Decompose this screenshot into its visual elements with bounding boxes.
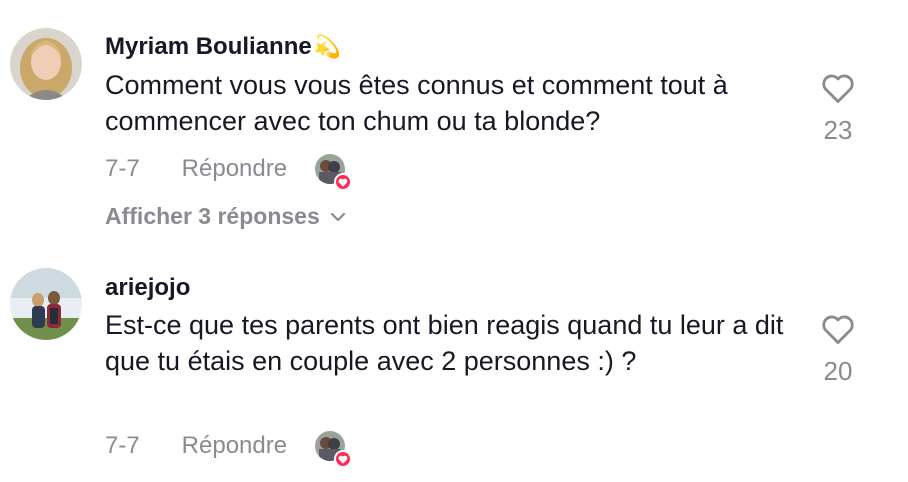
like-button[interactable]: 20 <box>810 313 866 387</box>
liked-by-creator <box>315 431 352 468</box>
like-count: 20 <box>823 356 853 386</box>
heart-outline-icon[interactable] <box>821 313 855 345</box>
heart-outline-icon[interactable] <box>821 72 855 104</box>
comment-date: 7-7 <box>105 155 140 182</box>
avatar[interactable] <box>10 268 82 340</box>
view-replies-button[interactable]: Afficher 3 réponses <box>105 203 346 230</box>
heart-badge-icon <box>334 173 352 191</box>
comment-text: Comment vous vous êtes connus et comment… <box>105 70 728 136</box>
heart-badge-icon <box>334 450 352 468</box>
view-replies-label[interactable]: Afficher 3 réponses <box>105 203 320 230</box>
avatar[interactable] <box>10 28 82 100</box>
like-button[interactable]: 23 <box>810 72 866 146</box>
reply-button[interactable]: Répondre <box>182 432 287 460</box>
reply-button[interactable]: Répondre <box>182 155 287 183</box>
comment-text: Est-ce que tes parents ont bien reagis q… <box>105 310 784 376</box>
comment-username[interactable]: Myriam Boulianne💫 <box>105 33 341 61</box>
comment-meta: 7-7 Répondre <box>105 155 287 183</box>
chevron-down-icon[interactable] <box>330 212 346 222</box>
liked-by-creator <box>315 154 352 191</box>
comment-username[interactable]: ariejojo <box>105 274 190 302</box>
comment-meta: 7-7 Répondre <box>105 432 287 460</box>
dizzy-emoji-icon: 💫 <box>313 34 342 59</box>
comment-date: 7-7 <box>105 432 140 459</box>
like-count: 23 <box>823 115 853 145</box>
username-text[interactable]: Myriam Boulianne <box>105 33 312 60</box>
